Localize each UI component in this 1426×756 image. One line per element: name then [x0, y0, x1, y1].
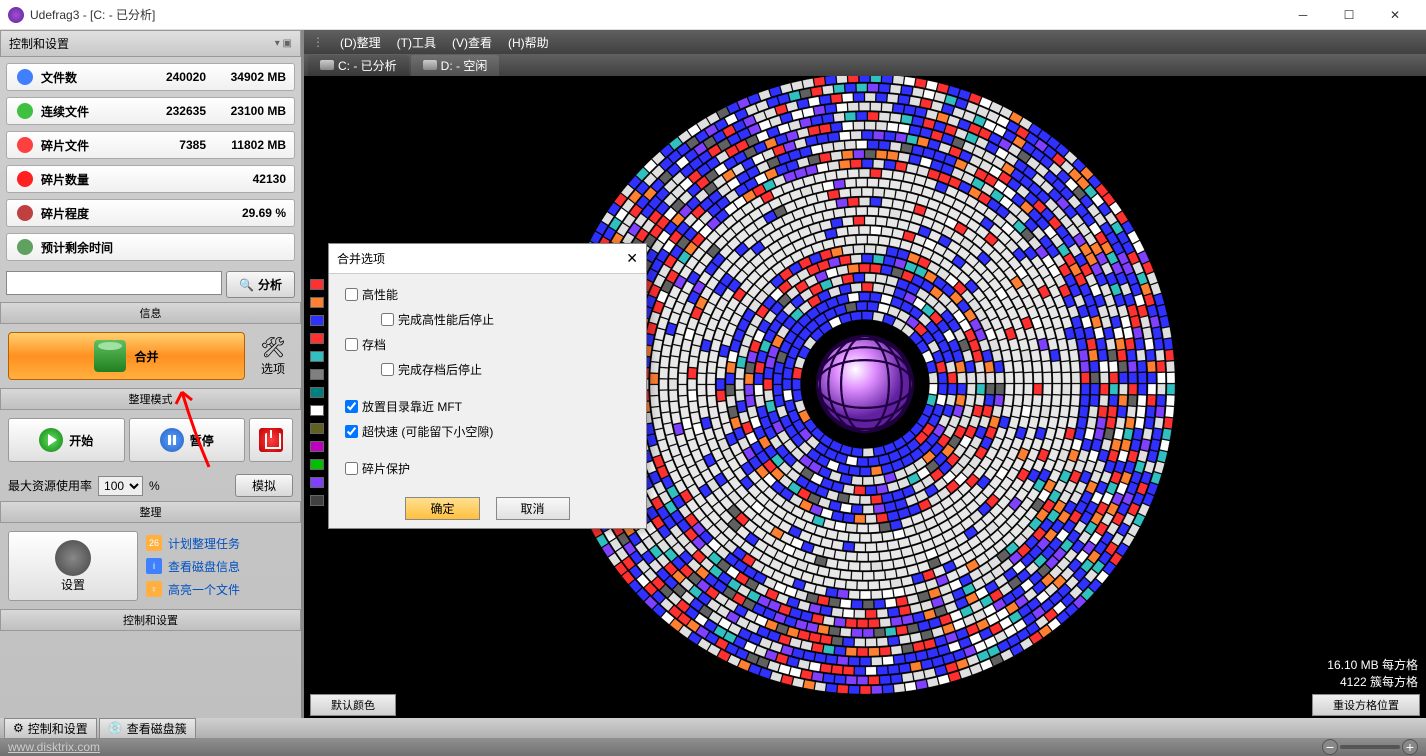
opt-stop-after-hp[interactable]: 完成高性能后停止 — [381, 311, 630, 328]
ctrl-header: 控制和设置 — [0, 609, 301, 631]
start-button[interactable]: 开始 — [8, 418, 125, 462]
stat-icon — [15, 67, 35, 87]
link-item[interactable]: i查看磁盘信息 — [146, 558, 240, 575]
disk-icon: 💿 — [108, 721, 123, 735]
settings-button[interactable]: 设置 — [8, 531, 138, 601]
stat-row: 碎片数量42130 — [6, 165, 295, 193]
link-item[interactable]: ♀高亮一个文件 — [146, 581, 240, 598]
stat-row: 碎片程度29.69 % — [6, 199, 295, 227]
link-item[interactable]: 26计划整理任务 — [146, 535, 240, 552]
mode-header: 整理模式 — [0, 388, 301, 410]
task-tab-clusters[interactable]: 💿查看磁盘簇 — [99, 718, 196, 739]
disk-icon — [320, 60, 334, 70]
menubar: ⋮ (D)整理 (T)工具 (V)查看 (H)帮助 — [304, 30, 1426, 54]
power-icon — [259, 428, 283, 452]
menu-defrag[interactable]: (D)整理 — [340, 34, 381, 51]
stat-row: 连续文件23263523100 MB — [6, 97, 295, 125]
opt-high-performance[interactable]: 高性能 — [345, 286, 630, 303]
info-header: 信息 — [0, 302, 301, 324]
settings-icon: ⚙ — [13, 721, 24, 735]
app-icon — [8, 7, 24, 23]
stat-icon — [15, 101, 35, 121]
resource-label: 最大资源使用率 — [8, 477, 92, 494]
stat-row: 文件数24002034902 MB — [6, 63, 295, 91]
cancel-button[interactable]: 取消 — [496, 497, 570, 520]
pause-button[interactable]: 暂停 — [129, 418, 246, 462]
tools-icon: 🛠 — [260, 335, 285, 360]
dialog-title: 合并选项 — [337, 250, 385, 267]
analyze-button[interactable]: 🔍分析 — [226, 271, 295, 298]
dialog-close-button[interactable]: ✕ — [626, 250, 638, 267]
sidebar: 控制和设置 ▾ ▣ 文件数24002034902 MB 连续文件232635231… — [0, 30, 301, 718]
minimize-button[interactable]: ─ — [1280, 0, 1326, 30]
opt-frag-protect[interactable]: 碎片保护 — [345, 460, 630, 477]
stat-row: 预计剩余时间 — [6, 233, 295, 261]
zoom-in-button[interactable]: + — [1402, 739, 1418, 755]
drive-tab[interactable]: C: - 已分析 — [308, 55, 409, 76]
play-icon — [39, 428, 63, 452]
menu-help[interactable]: (H)帮助 — [508, 34, 549, 51]
window-title: Udefrag3 - [C: - 已分析] — [30, 6, 1280, 23]
statusbar: www.disktrix.com − + — [0, 738, 1426, 756]
simulate-button[interactable]: 模拟 — [235, 474, 293, 497]
close-button[interactable]: ✕ — [1372, 0, 1418, 30]
merge-options-dialog: 合并选项 ✕ 高性能 完成高性能后停止 存档 完成存档后停止 放置目录靠近 MF… — [328, 243, 647, 529]
pause-icon — [160, 428, 184, 452]
ok-button[interactable]: 确定 — [405, 497, 479, 520]
opt-stop-after-archive[interactable]: 完成存档后停止 — [381, 361, 630, 378]
resource-select[interactable]: 100 — [98, 476, 143, 496]
gear-icon — [55, 540, 91, 576]
default-colors-button[interactable]: 默认颜色 — [310, 694, 396, 716]
stat-icon — [15, 203, 35, 223]
stat-row: 碎片文件738511802 MB — [6, 131, 295, 159]
stop-button[interactable] — [249, 418, 293, 462]
stat-icon — [15, 135, 35, 155]
stat-icon — [15, 237, 35, 257]
dropdown-icon[interactable]: ▾ ▣ — [275, 38, 292, 49]
options-button[interactable]: 🛠 选项 — [253, 335, 293, 377]
zoom-out-button[interactable]: − — [1322, 739, 1338, 755]
merge-button[interactable]: 合并 — [8, 332, 245, 380]
database-icon — [94, 340, 126, 372]
reset-position-button[interactable]: 重设方格位置 — [1312, 694, 1420, 716]
stat-icon — [15, 169, 35, 189]
opt-archive[interactable]: 存档 — [345, 336, 630, 353]
drive-tab[interactable]: D: - 空闲 — [411, 55, 500, 76]
task-tab-settings[interactable]: ⚙控制和设置 — [4, 718, 97, 739]
maximize-button[interactable]: ☐ — [1326, 0, 1372, 30]
disk-icon — [423, 60, 437, 70]
taskbar: ⚙控制和设置 💿查看磁盘簇 — [0, 718, 1426, 738]
opt-place-dirs[interactable]: 放置目录靠近 MFT — [345, 398, 630, 415]
titlebar: Udefrag3 - [C: - 已分析] ─ ☐ ✕ — [0, 0, 1426, 30]
search-icon: 🔍 — [239, 278, 254, 292]
menu-tools[interactable]: (T)工具 — [397, 34, 436, 51]
menu-view[interactable]: (V)查看 — [452, 34, 492, 51]
search-input[interactable] — [6, 271, 222, 295]
zoom-slider[interactable] — [1340, 745, 1400, 749]
viz-info: 16.10 MB 每方格4122 簇每方格 — [1327, 656, 1418, 690]
sidebar-header: 控制和设置 ▾ ▣ — [0, 30, 301, 57]
tabbar: C: - 已分析D: - 空闲 — [304, 54, 1426, 76]
opt-ultrafast[interactable]: 超快速 (可能留下小空隙) — [345, 423, 630, 440]
defrag-header: 整理 — [0, 501, 301, 523]
